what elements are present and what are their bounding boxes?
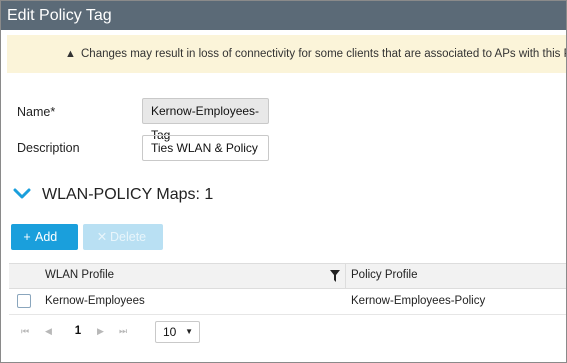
cell-policy-profile: Kernow-Employees-Policy	[351, 295, 486, 307]
warning-triangle-icon: ▲	[65, 48, 76, 60]
table-row[interactable]: Kernow-Employees Kernow-Employees-Policy	[9, 288, 566, 315]
next-page-icon[interactable]: ▶	[97, 326, 104, 337]
name-field[interactable]: Kernow-Employees-Tag	[142, 98, 269, 142]
name-label: Name*	[17, 105, 56, 119]
delete-button[interactable]: ✕ Delete	[83, 224, 163, 250]
close-icon: ✕	[96, 230, 108, 244]
column-divider	[345, 264, 346, 288]
previous-page-icon[interactable]: ◀	[45, 326, 52, 337]
column-header-wlan-profile[interactable]: WLAN Profile	[45, 269, 114, 281]
current-page[interactable]: 1	[69, 321, 87, 341]
dialog-title: Edit Policy Tag	[1, 1, 566, 30]
description-field[interactable]: Ties WLAN & Policy	[142, 135, 269, 161]
page-size-select[interactable]: 10 ▼	[155, 321, 200, 343]
warning-text: Changes may result in loss of connectivi…	[81, 48, 567, 60]
pagination: ⏮ ◀ 1 ▶ ⏭ 10 ▼	[9, 319, 566, 343]
edit-policy-tag-dialog: Edit Policy Tag ▲ Changes may result in l…	[0, 0, 567, 363]
caret-down-icon: ▼	[185, 327, 193, 336]
section-title: WLAN-POLICY Maps: 1	[42, 186, 214, 203]
chevron-down-icon[interactable]	[13, 185, 31, 203]
plus-icon: +	[23, 230, 31, 244]
last-page-icon[interactable]: ⏭	[119, 326, 127, 337]
row-checkbox[interactable]	[17, 294, 31, 308]
wlan-policy-grid: WLAN Profile Policy Profile Kernow-Emplo…	[9, 263, 566, 353]
first-page-icon[interactable]: ⏮	[21, 326, 29, 337]
column-header-policy-profile[interactable]: Policy Profile	[351, 269, 417, 281]
cell-wlan-profile: Kernow-Employees	[45, 295, 145, 307]
add-button[interactable]: + Add	[11, 224, 78, 250]
description-label: Description	[17, 141, 80, 155]
warning-banner: ▲ Changes may result in loss of connectiv…	[7, 35, 567, 73]
filter-icon[interactable]	[330, 270, 340, 282]
grid-header: WLAN Profile Policy Profile	[9, 263, 566, 289]
